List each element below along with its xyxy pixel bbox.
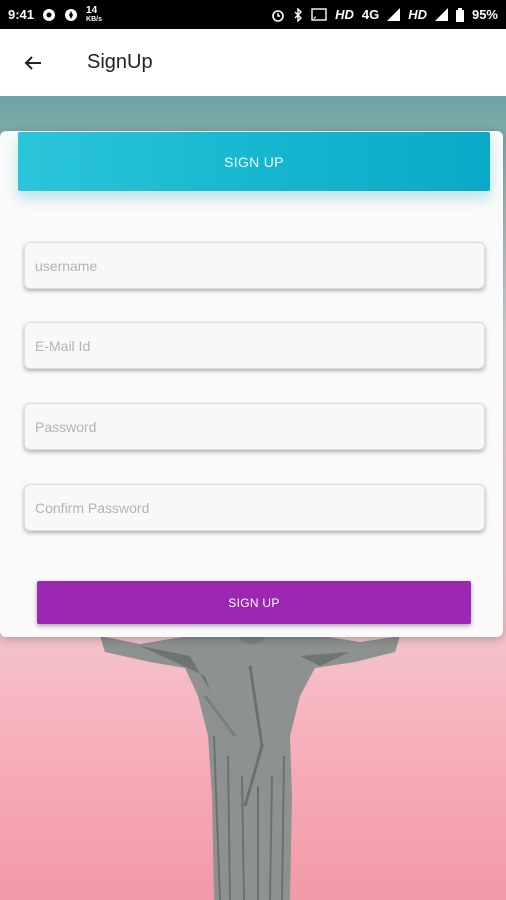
page-title: SignUp xyxy=(87,51,153,73)
confirm-password-input[interactable] xyxy=(24,484,485,531)
bluetooth-icon xyxy=(293,7,303,22)
password-input[interactable] xyxy=(24,403,485,450)
card-header: SIGN UP xyxy=(18,132,490,191)
network-speed: 14 KB/s xyxy=(86,4,102,23)
hd-badge-1: HD xyxy=(335,7,354,22)
signal-icon-1 xyxy=(387,8,401,21)
signup-card: SIGN UP SIGN UP xyxy=(0,131,503,637)
status-time: 9:41 xyxy=(8,7,35,22)
cast-icon xyxy=(311,8,327,21)
signup-button[interactable]: SIGN UP xyxy=(37,581,471,624)
battery-icon xyxy=(455,7,464,22)
status-bar: 9:41 14 KB/s HD 4G HD 95% xyxy=(0,0,506,29)
hd-badge-2: HD xyxy=(408,7,427,22)
status-left: 9:41 14 KB/s xyxy=(8,4,102,24)
username-input[interactable] xyxy=(24,242,485,289)
status-right: HD 4G HD 95% xyxy=(271,7,498,22)
arrow-left-icon xyxy=(23,53,43,73)
battery-percent: 95% xyxy=(471,7,498,22)
alarm-icon xyxy=(271,8,285,22)
signal-icon-2 xyxy=(434,8,448,21)
sync-icon xyxy=(42,8,56,22)
email-input[interactable] xyxy=(24,322,485,369)
settings-icon xyxy=(64,8,78,22)
back-button[interactable] xyxy=(0,29,66,96)
app-bar: SignUp xyxy=(0,29,506,96)
network-type: 4G xyxy=(361,7,380,22)
